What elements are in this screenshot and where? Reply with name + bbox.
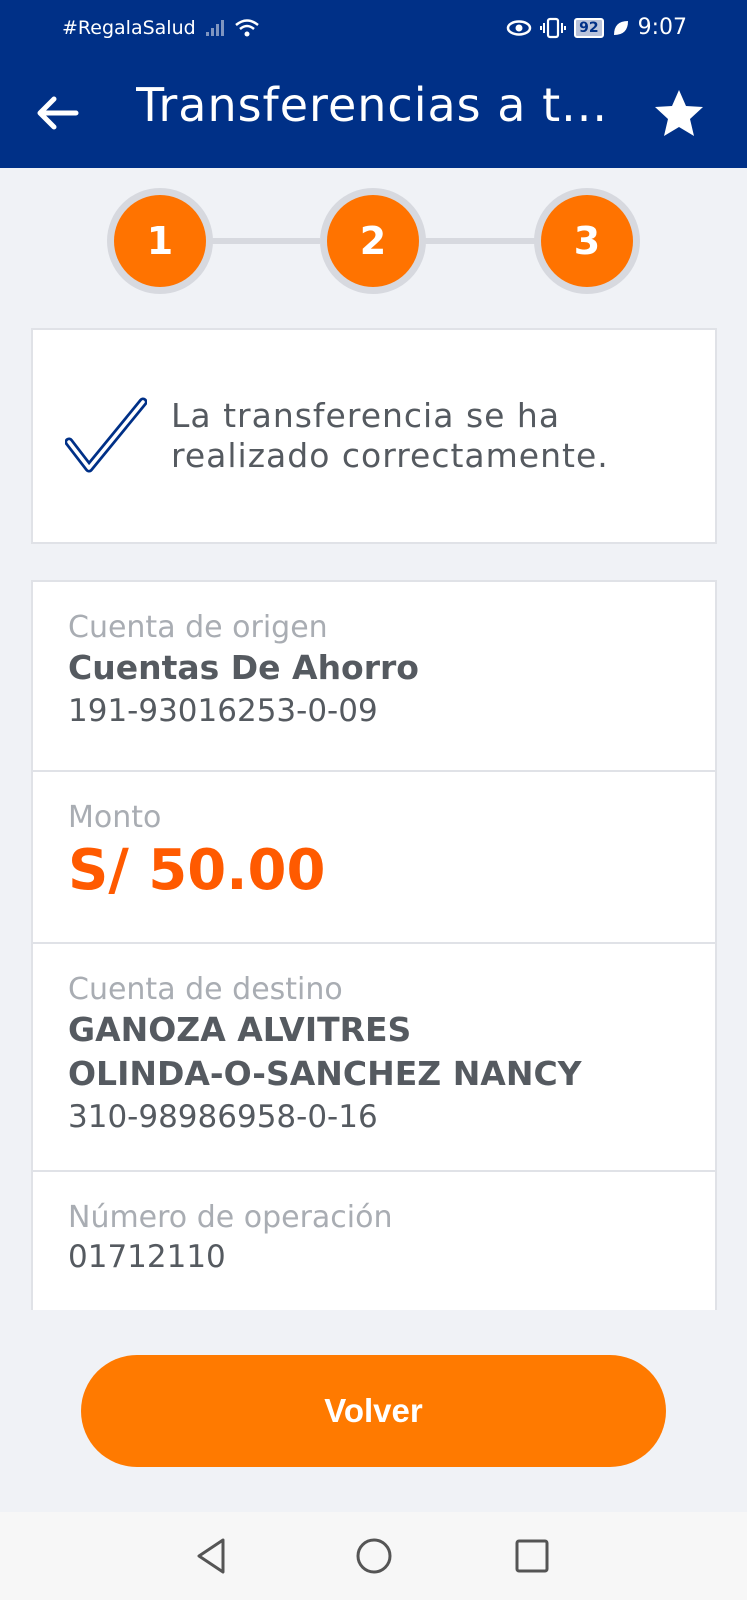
destination-account-number: 310-98986958-0-16 (68, 1099, 378, 1135)
operation-number: 01712110 (68, 1239, 226, 1275)
nav-recents-icon[interactable] (510, 1534, 554, 1578)
destination-name-line2: OLINDA-O-SANCHEZ NANCY (68, 1054, 582, 1093)
nav-back-icon[interactable] (191, 1534, 235, 1578)
back-button[interactable]: Volver (81, 1355, 666, 1467)
step-connector (425, 238, 535, 244)
amount-row: Monto S/ 50.00 (33, 772, 715, 944)
success-message: La transferencia se ha realizado correct… (171, 396, 609, 475)
check-icon (65, 397, 147, 473)
status-left: #RegalaSalud (62, 17, 260, 39)
vibrate-icon (540, 17, 567, 38)
eye-icon (506, 19, 532, 36)
signal-icon (205, 20, 224, 36)
operation-number-row: Número de operación 01712110 (33, 1172, 715, 1312)
destination-name-line1: GANOZA ALVITRES (68, 1010, 412, 1049)
progress-stepper: 1 2 3 (0, 185, 747, 295)
origin-account-row: Cuenta de origen Cuentas De Ahorro 191-9… (33, 582, 715, 772)
wifi-icon (234, 19, 259, 37)
battery-indicator: 92 (574, 17, 604, 38)
carrier-label: #RegalaSalud (62, 17, 196, 39)
status-bar: #RegalaSalud 92 9:07 (0, 0, 747, 58)
origin-account-type: Cuentas De Ahorro (68, 648, 419, 687)
page-title: Transferencias a t... (136, 78, 606, 132)
step-connector (210, 238, 320, 244)
step-3: 3 (534, 188, 640, 294)
amount-label: Monto (68, 800, 162, 835)
origin-account-number: 191-93016253-0-09 (68, 693, 378, 729)
destination-account-row: Cuenta de destino GANOZA ALVITRES OLINDA… (33, 944, 715, 1172)
success-card: La transferencia se ha realizado correct… (31, 328, 717, 544)
star-icon[interactable] (651, 86, 707, 142)
system-nav-bar (0, 1512, 747, 1600)
origin-label: Cuenta de origen (68, 610, 328, 645)
amount-value: S/ 50.00 (68, 838, 326, 903)
leaf-icon (613, 20, 628, 35)
app-bar: Transferencias a t... (0, 58, 747, 168)
step-2: 2 (320, 188, 426, 294)
transfer-details-card: Cuenta de origen Cuentas De Ahorro 191-9… (31, 580, 717, 1310)
destination-label: Cuenta de destino (68, 972, 343, 1007)
nav-home-icon[interactable] (352, 1534, 396, 1578)
operation-label: Número de operación (68, 1200, 393, 1235)
clock: 9:07 (637, 15, 687, 40)
arrow-left-icon[interactable] (32, 88, 82, 138)
status-right: 92 9:07 (506, 15, 687, 40)
step-1: 1 (107, 188, 213, 294)
